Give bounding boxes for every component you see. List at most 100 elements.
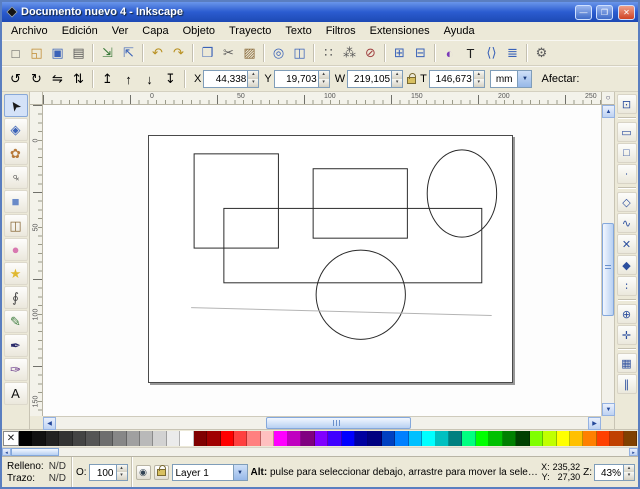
palette-swatch[interactable] (180, 431, 193, 446)
palette-swatch[interactable] (583, 431, 596, 446)
palette-swatch[interactable] (557, 431, 570, 446)
lower-to-bottom-icon[interactable]: ↧ (160, 69, 181, 90)
lower-icon[interactable]: ↓ (139, 69, 160, 90)
palette-swatch[interactable] (261, 431, 274, 446)
enable-snapping-icon[interactable]: ⊡ (617, 94, 637, 114)
palette-swatch[interactable] (247, 431, 260, 446)
scroll-left-icon[interactable]: ◀ (43, 417, 56, 430)
layer-selector[interactable]: Layer 1 ▼ (172, 464, 248, 481)
spin-down-icon[interactable]: ▾ (117, 472, 127, 480)
horizontal-scrollbar[interactable]: ◀ ▶ (43, 416, 601, 429)
x-field-value[interactable]: 44,338 (204, 71, 247, 87)
titlebar[interactable]: Documento nuevo 4 - Inkscape — ❐ ✕ (2, 2, 638, 22)
drawn-ellipse[interactable] (427, 150, 496, 237)
spin-up-icon[interactable]: ▴ (392, 71, 402, 79)
spin-down-icon[interactable]: ▾ (624, 472, 634, 480)
flip-vertical-icon[interactable]: ⇅ (68, 69, 89, 90)
ellipse-tool[interactable]: ● (4, 238, 28, 261)
spin-up-icon[interactable]: ▴ (319, 71, 329, 79)
width-field-value[interactable]: 219,105 (348, 71, 391, 87)
palette-swatch[interactable] (194, 431, 207, 446)
calligraphy-tool[interactable]: ✑ (4, 358, 28, 381)
palette-swatch[interactable] (342, 431, 355, 446)
menu-extensiones[interactable]: Extensiones (363, 23, 437, 40)
y-field-spinner[interactable]: ▴▾ (318, 71, 329, 87)
unlink-clone-icon[interactable]: ⊘ (360, 43, 381, 64)
palette-swatch[interactable] (328, 431, 341, 446)
spiral-tool[interactable]: ∮ (4, 286, 28, 309)
opacity-spinner[interactable]: ▴▾ (116, 465, 127, 480)
canvas[interactable] (43, 105, 601, 416)
snap-path-intersections-icon[interactable]: ✕ (617, 234, 637, 254)
palette-scroll-left-icon[interactable]: ◂ (2, 448, 11, 456)
palette-swatch[interactable] (489, 431, 502, 446)
palette-swatch[interactable] (46, 431, 59, 446)
x-field-input[interactable]: 44,338 ▴▾ (203, 70, 259, 88)
height-field-value[interactable]: 146,673 (430, 71, 473, 87)
palette-swatch[interactable] (301, 431, 314, 446)
menu-archivo[interactable]: Archivo (4, 23, 55, 40)
palette-swatch[interactable] (100, 431, 113, 446)
cut-icon[interactable]: ✂ (218, 43, 239, 64)
drawn-rectangle-2[interactable] (313, 169, 407, 238)
spin-down-icon[interactable]: ▾ (474, 79, 484, 87)
snap-midpoints-icon[interactable]: ∶ (617, 276, 637, 296)
undo-icon[interactable]: ↶ (147, 43, 168, 64)
rotate-90-ccw-icon[interactable]: ↺ (5, 69, 26, 90)
scroll-down-icon[interactable]: ▼ (602, 403, 615, 416)
ungroup-icon[interactable]: ⊟ (410, 43, 431, 64)
snap-bbox-edges-icon[interactable]: □ (617, 143, 637, 163)
palette-swatch[interactable] (462, 431, 475, 446)
spin-down-icon[interactable]: ▾ (392, 79, 402, 87)
menu-ver[interactable]: Ver (105, 23, 136, 40)
palette-swatch[interactable] (19, 431, 32, 446)
menu-capa[interactable]: Capa (135, 23, 175, 40)
box3d-tool[interactable]: ◫ (4, 214, 28, 237)
save-document-icon[interactable]: ▣ (47, 43, 68, 64)
horizontal-ruler[interactable]: 050100150200250 (43, 92, 601, 105)
spin-down-icon[interactable]: ▾ (319, 79, 329, 87)
snap-paths-icon[interactable]: ∿ (617, 213, 637, 233)
new-document-icon[interactable]: □ (5, 43, 26, 64)
palette-swatch[interactable] (288, 431, 301, 446)
copy-icon[interactable]: ❒ (197, 43, 218, 64)
palette-swatch[interactable] (167, 431, 180, 446)
raise-to-top-icon[interactable]: ↥ (97, 69, 118, 90)
minimize-button[interactable]: — (575, 5, 592, 20)
raise-icon[interactable]: ↑ (118, 69, 139, 90)
snap-cusp-nodes-icon[interactable]: ◆ (617, 255, 637, 275)
document-page[interactable] (148, 135, 513, 383)
units-dropdown[interactable]: mm ▼ (490, 70, 533, 88)
palette-swatch[interactable] (59, 431, 72, 446)
opacity-value[interactable]: 100 (90, 465, 116, 480)
horizontal-scrollbar-thumb[interactable] (266, 417, 411, 429)
palette-scroll-right-icon[interactable]: ▸ (629, 448, 638, 456)
palette-swatch[interactable] (234, 431, 247, 446)
paste-icon[interactable]: ▨ (239, 43, 260, 64)
opacity-input[interactable]: 100 ▴▾ (89, 464, 128, 481)
palette-swatch[interactable] (597, 431, 610, 446)
menu-trayecto[interactable]: Trayecto (222, 23, 278, 40)
zoom-value[interactable]: 43% (595, 465, 623, 480)
pen-tool[interactable]: ✒ (4, 334, 28, 357)
palette-swatch[interactable] (153, 431, 166, 446)
palette-swatch[interactable] (355, 431, 368, 446)
palette-swatch[interactable] (382, 431, 395, 446)
width-field-spinner[interactable]: ▴▾ (391, 71, 402, 87)
duplicate-icon[interactable]: ∷ (318, 43, 339, 64)
snap-rotation-centers-icon[interactable]: ✛ (617, 325, 637, 345)
maximize-button[interactable]: ❐ (596, 5, 613, 20)
snap-object-centers-icon[interactable]: ⊕ (617, 304, 637, 324)
fill-stroke-dialog-icon[interactable]: ◐ (439, 43, 460, 64)
rectangle-tool[interactable]: ■ (4, 190, 28, 213)
palette-swatch[interactable] (570, 431, 583, 446)
text-tool[interactable]: A (4, 382, 28, 405)
scrollbar-corner-button[interactable]: ○ (601, 92, 614, 105)
star-tool[interactable]: ★ (4, 262, 28, 285)
y-field-input[interactable]: 19,703 ▴▾ (274, 70, 330, 88)
palette-swatch[interactable] (127, 431, 140, 446)
no-color-swatch[interactable]: ✕ (3, 431, 19, 446)
palette-swatch[interactable] (274, 431, 287, 446)
drawn-line[interactable] (191, 308, 492, 316)
palette-swatch[interactable] (140, 431, 153, 446)
